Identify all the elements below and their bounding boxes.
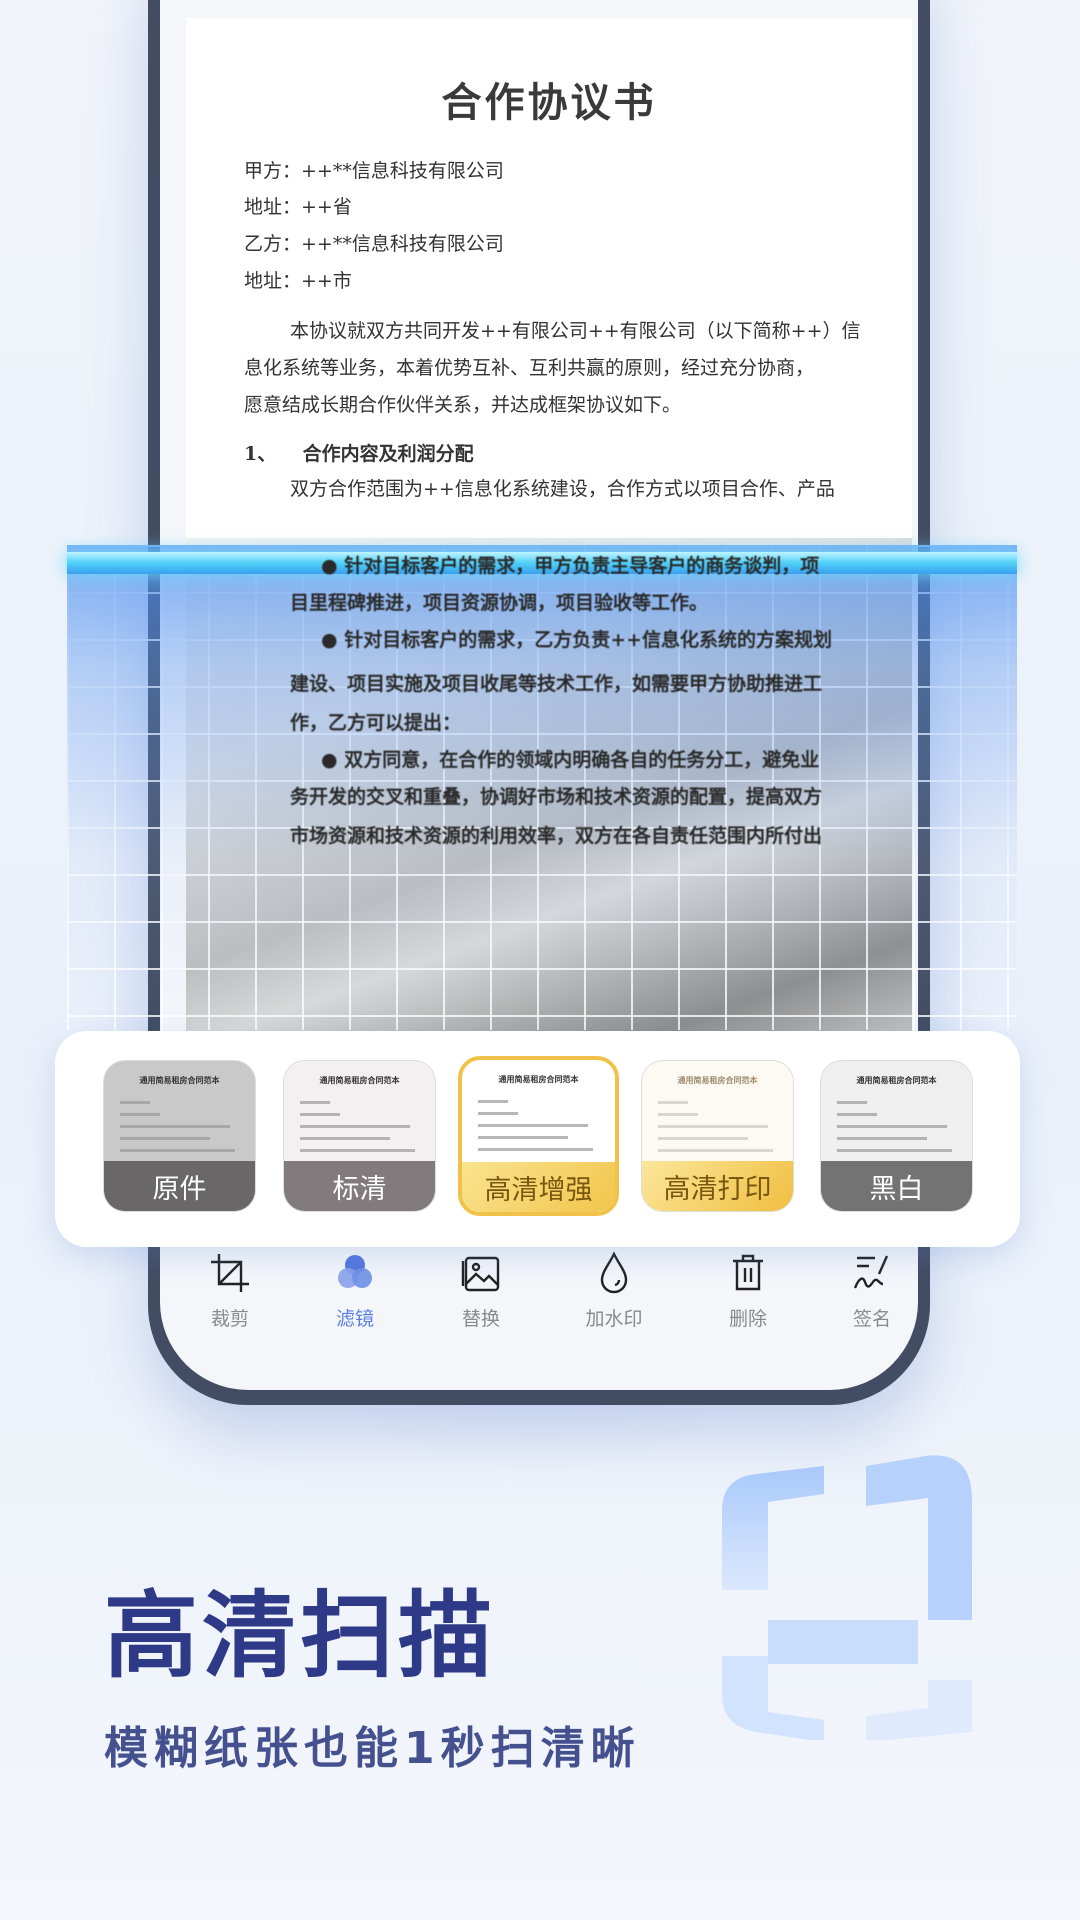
doc-line: 甲方：++**信息科技有限公司 (244, 160, 504, 182)
filter-label: 原件 (104, 1161, 255, 1211)
doc-line: 地址：++市 (244, 270, 352, 292)
crop-icon (211, 1254, 249, 1292)
filter-hd-enhance[interactable]: 通用简易租房合同范本 高清增强 (458, 1056, 619, 1216)
thumbnail-title: 通用简易租房合同范本 (677, 1076, 758, 1085)
signature-icon (853, 1255, 889, 1289)
promo-headline: 高清扫描 (104, 1582, 497, 1691)
toolbar-crop[interactable]: 裁剪 (180, 1250, 280, 1331)
document-title: 合作协议书 (441, 79, 657, 126)
thumbnail-title: 通用简易租房合同范本 (139, 1076, 220, 1085)
filter-black-white[interactable]: 通用简易租房合同范本 黑白 (820, 1060, 973, 1212)
thumbnail-title: 通用简易租房合同范本 (856, 1076, 937, 1085)
filter-standard[interactable]: 通用简易租房合同范本 标清 (283, 1060, 436, 1212)
blurred-line: 作，乙方可以提出： (290, 712, 462, 734)
doc-paragraph-line: 本协议就双方共同开发++有限公司++有限公司（以下简称++）信 (290, 320, 861, 342)
doc-paragraph-line: 愿意结成长期合作伙伴关系，并达成框架协议如下。 (244, 394, 682, 416)
image-replace-icon (461, 1256, 500, 1292)
toolbar-signature[interactable]: 签名 (822, 1250, 918, 1331)
toolbar-filter[interactable]: 滤镜 (305, 1250, 405, 1331)
doc-line: 乙方：++**信息科技有限公司 (244, 233, 504, 255)
filter-hd-print[interactable]: 通用简易租房合同范本 高清打印 (641, 1060, 794, 1212)
filter-label: 高清打印 (642, 1161, 793, 1211)
thumbnail-title: 通用简易租房合同范本 (498, 1075, 579, 1084)
filter-panel: 通用简易租房合同范本 原件 通用简易租房合同范本 标清 通用简易租房合同范本 高… (55, 1031, 1020, 1247)
doc-line: 地址：++省 (244, 196, 352, 218)
blurred-line: 市场资源和技术资源的利用效率，双方在各自责任范围内所付出 (290, 825, 823, 847)
watermark-drop-icon (600, 1251, 628, 1294)
toolbar-delete[interactable]: 删除 (698, 1250, 798, 1331)
thumbnail-title: 通用简易租房合同范本 (319, 1076, 400, 1085)
toolbar-watermark[interactable]: 加水印 (564, 1250, 664, 1331)
doc-section-line: 双方合作范围为++信息化系统建设，合作方式以项目合作、产品 (290, 478, 835, 500)
toolbar-label: 裁剪 (210, 1308, 249, 1330)
toolbar-label: 替换 (461, 1308, 500, 1330)
toolbar-label: 加水印 (585, 1308, 643, 1330)
toolbar-label: 签名 (852, 1308, 891, 1330)
filter-label: 标清 (284, 1161, 435, 1211)
blurred-line: 建设、项目实施及项目收尾等技术工作，如需要甲方协助推进工 (290, 673, 823, 695)
filter-label: 高清增强 (462, 1162, 615, 1212)
toolbar-label: 滤镜 (335, 1308, 374, 1330)
scan-frame-icon (722, 1455, 972, 1740)
blurred-line: ● 针对目标客户的需求，甲方负责主导客户的商务谈判，项 (321, 555, 820, 577)
blurred-line: ● 双方同意，在合作的领域内明确各自的任务分工，避免业 (321, 749, 820, 771)
toolbar-label: 删除 (728, 1308, 767, 1330)
trash-icon (733, 1254, 763, 1291)
blurred-line: ● 针对目标客户的需求，乙方负责++信息化系统的方案规划 (321, 629, 833, 651)
doc-paragraph-line: 息化系统等业务，本着优势互补、互利共赢的原则，经过充分协商， (244, 357, 815, 379)
filter-icon (338, 1255, 372, 1288)
doc-section-heading: 1、 合作内容及利润分配 (244, 443, 474, 465)
blurred-line: 目里程碑推进，项目资源协调，项目验收等工作。 (290, 592, 709, 614)
filter-original[interactable]: 通用简易租房合同范本 原件 (103, 1060, 256, 1212)
blurred-line: 务开发的交叉和重叠，协调好市场和技术资源的配置，提高双方 (290, 786, 823, 808)
document-preview: 合作协议书 甲方：++**信息科技有限公司 地址：++省 乙方：++**信息科技… (186, 18, 912, 1058)
toolbar-replace[interactable]: 替换 (431, 1250, 531, 1331)
filter-label: 黑白 (821, 1161, 972, 1211)
promo-subheadline: 模糊纸张也能1秒扫清晰 (104, 1723, 641, 1774)
